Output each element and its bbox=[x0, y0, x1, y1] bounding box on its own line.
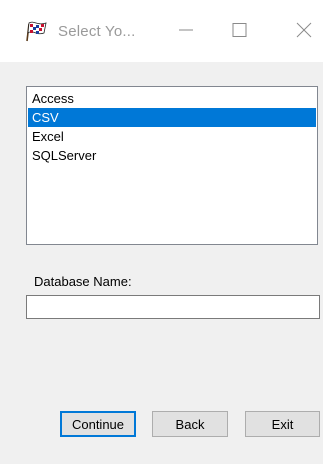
checkered-flag-icon bbox=[24, 20, 48, 42]
back-button[interactable]: Back bbox=[152, 411, 228, 437]
database-name-label: Database Name: bbox=[34, 274, 132, 289]
maximize-icon[interactable] bbox=[229, 20, 249, 40]
close-icon[interactable] bbox=[294, 20, 314, 40]
minimize-icon[interactable] bbox=[176, 20, 196, 40]
data-source-listbox[interactable]: Access CSV Excel SQLServer bbox=[26, 86, 318, 245]
database-name-input[interactable] bbox=[26, 295, 320, 319]
list-item-excel[interactable]: Excel bbox=[28, 127, 316, 146]
continue-button[interactable]: Continue bbox=[60, 411, 136, 437]
list-item-sqlserver[interactable]: SQLServer bbox=[28, 146, 316, 165]
exit-button[interactable]: Exit bbox=[245, 411, 320, 437]
window-title: Select Yo... bbox=[58, 23, 136, 40]
list-item-access[interactable]: Access bbox=[28, 89, 316, 108]
list-item-csv[interactable]: CSV bbox=[28, 108, 316, 127]
title-bar[interactable]: Select Yo... bbox=[0, 0, 323, 62]
